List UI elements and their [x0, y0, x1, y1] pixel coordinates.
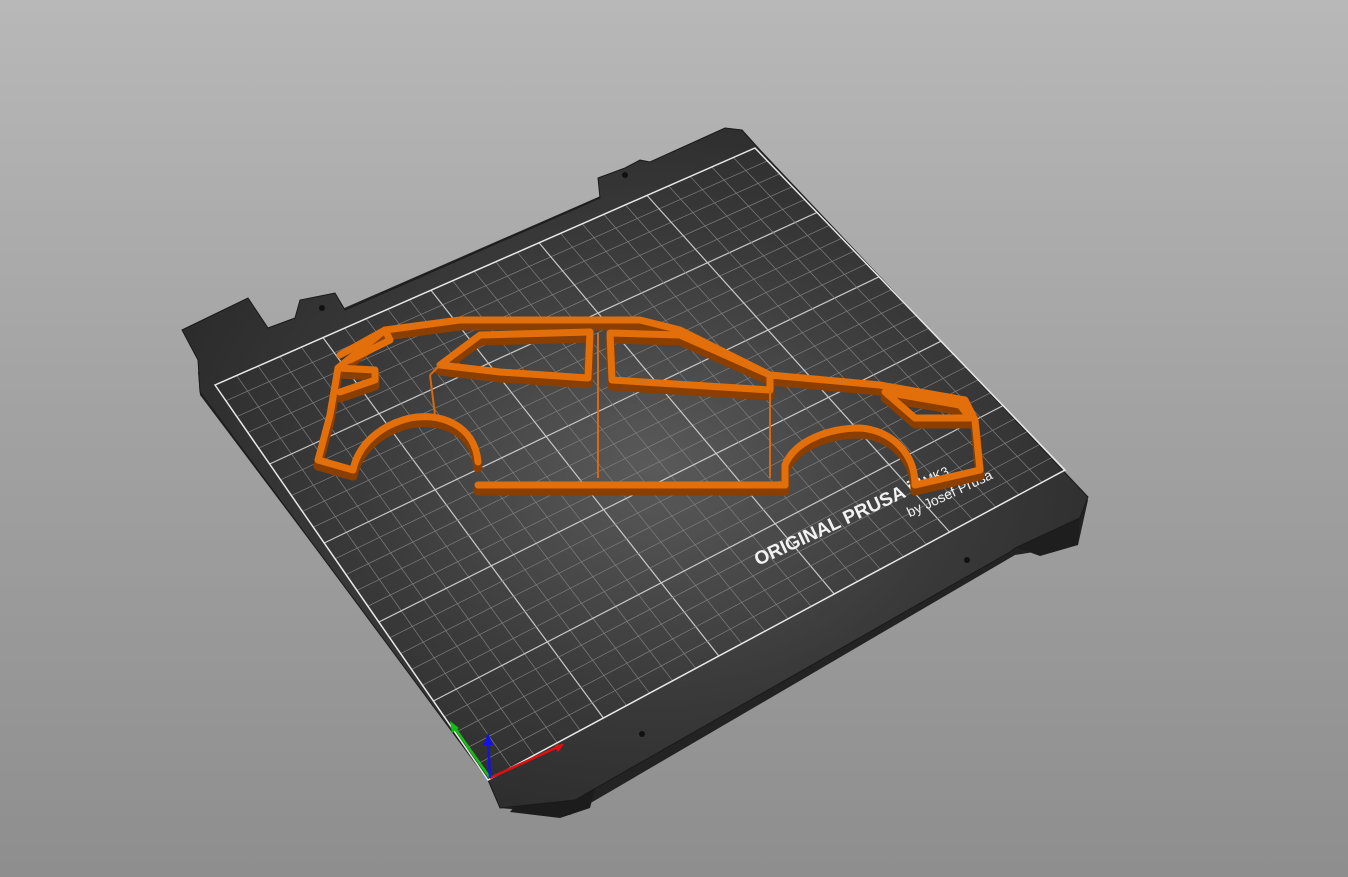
bed-screw-hole	[964, 557, 970, 563]
bed-screw-hole	[622, 172, 628, 178]
3d-viewport[interactable]: ORIGINAL PRUSA i3 MK3 by Josef Prusa	[0, 0, 1348, 877]
bed-screw-hole	[639, 731, 645, 737]
bed-screw-hole	[319, 305, 325, 311]
